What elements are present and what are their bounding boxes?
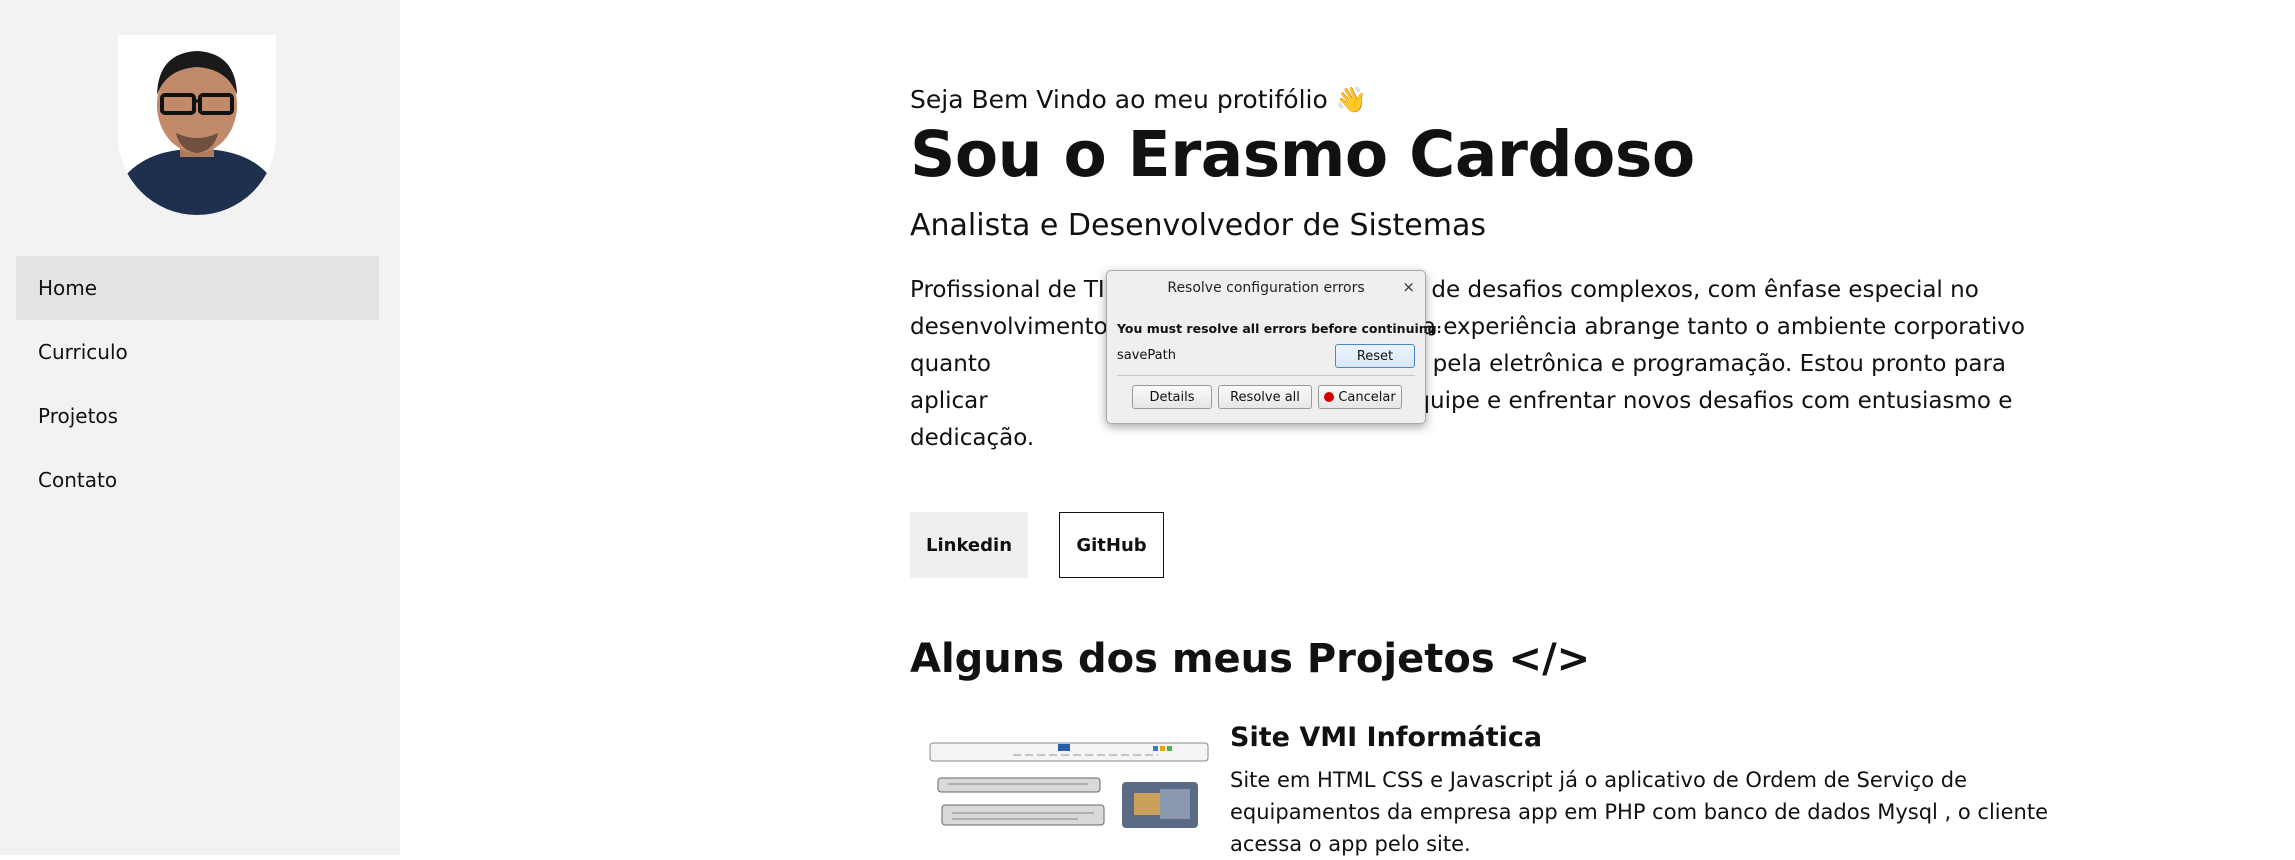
nav-item-contato[interactable]: Contato xyxy=(16,448,379,512)
cancel-label: Cancelar xyxy=(1338,389,1396,405)
dialog-titlebar[interactable]: Resolve configuration errors × xyxy=(1107,271,1425,307)
role-subtitle: Analista e Desenvolvedor de Sistemas xyxy=(910,208,1486,243)
github-button[interactable]: GitHub xyxy=(1059,512,1164,578)
cancel-icon xyxy=(1324,392,1335,402)
sidebar: Home Curriculo Projetos Contato xyxy=(0,0,400,855)
resolve-config-errors-dialog: Resolve configuration errors × You must … xyxy=(1106,270,1442,424)
intro-part: onar o sucesso da equipe e enfrentar nov… xyxy=(910,388,2013,451)
error-field-name: savePath xyxy=(1117,348,1176,363)
dialog-divider xyxy=(1117,375,1415,376)
project-description: Site em HTML CSS e Javascript já o aplic… xyxy=(1230,768,2049,856)
nav-item-projetos[interactable]: Projetos xyxy=(16,384,379,448)
avatar xyxy=(118,35,276,215)
details-button[interactable]: Details xyxy=(1132,385,1212,409)
nav-item-curriculo[interactable]: Curriculo xyxy=(16,320,379,384)
projects-heading: Alguns dos meus Projetos </> xyxy=(910,636,1591,682)
resolve-all-button[interactable]: Resolve all xyxy=(1218,385,1312,409)
cancel-button[interactable]: Cancelar xyxy=(1318,385,1402,409)
page-title: Sou o Erasmo Cardoso xyxy=(910,118,1695,191)
nav-item-home[interactable]: Home xyxy=(16,256,379,320)
dialog-message: You must resolve all errors before conti… xyxy=(1117,321,1442,336)
dialog-title: Resolve configuration errors xyxy=(1167,280,1365,296)
project-thumbnail[interactable] xyxy=(928,735,1210,855)
intro-paragraph: Profissional de TI e esolução de desafios… xyxy=(910,272,2050,457)
linkedin-button[interactable]: Linkedin xyxy=(910,512,1028,578)
reset-button[interactable]: Reset xyxy=(1335,344,1415,368)
close-icon[interactable]: × xyxy=(1402,278,1415,296)
intro-part: Profissional de TI e xyxy=(910,277,1127,303)
welcome-text: Seja Bem Vindo ao meu protifólio 👋 xyxy=(910,85,1367,114)
sidebar-nav: Home Curriculo Projetos Contato xyxy=(16,256,379,512)
project-title: Site VMI Informática xyxy=(1230,722,1543,753)
